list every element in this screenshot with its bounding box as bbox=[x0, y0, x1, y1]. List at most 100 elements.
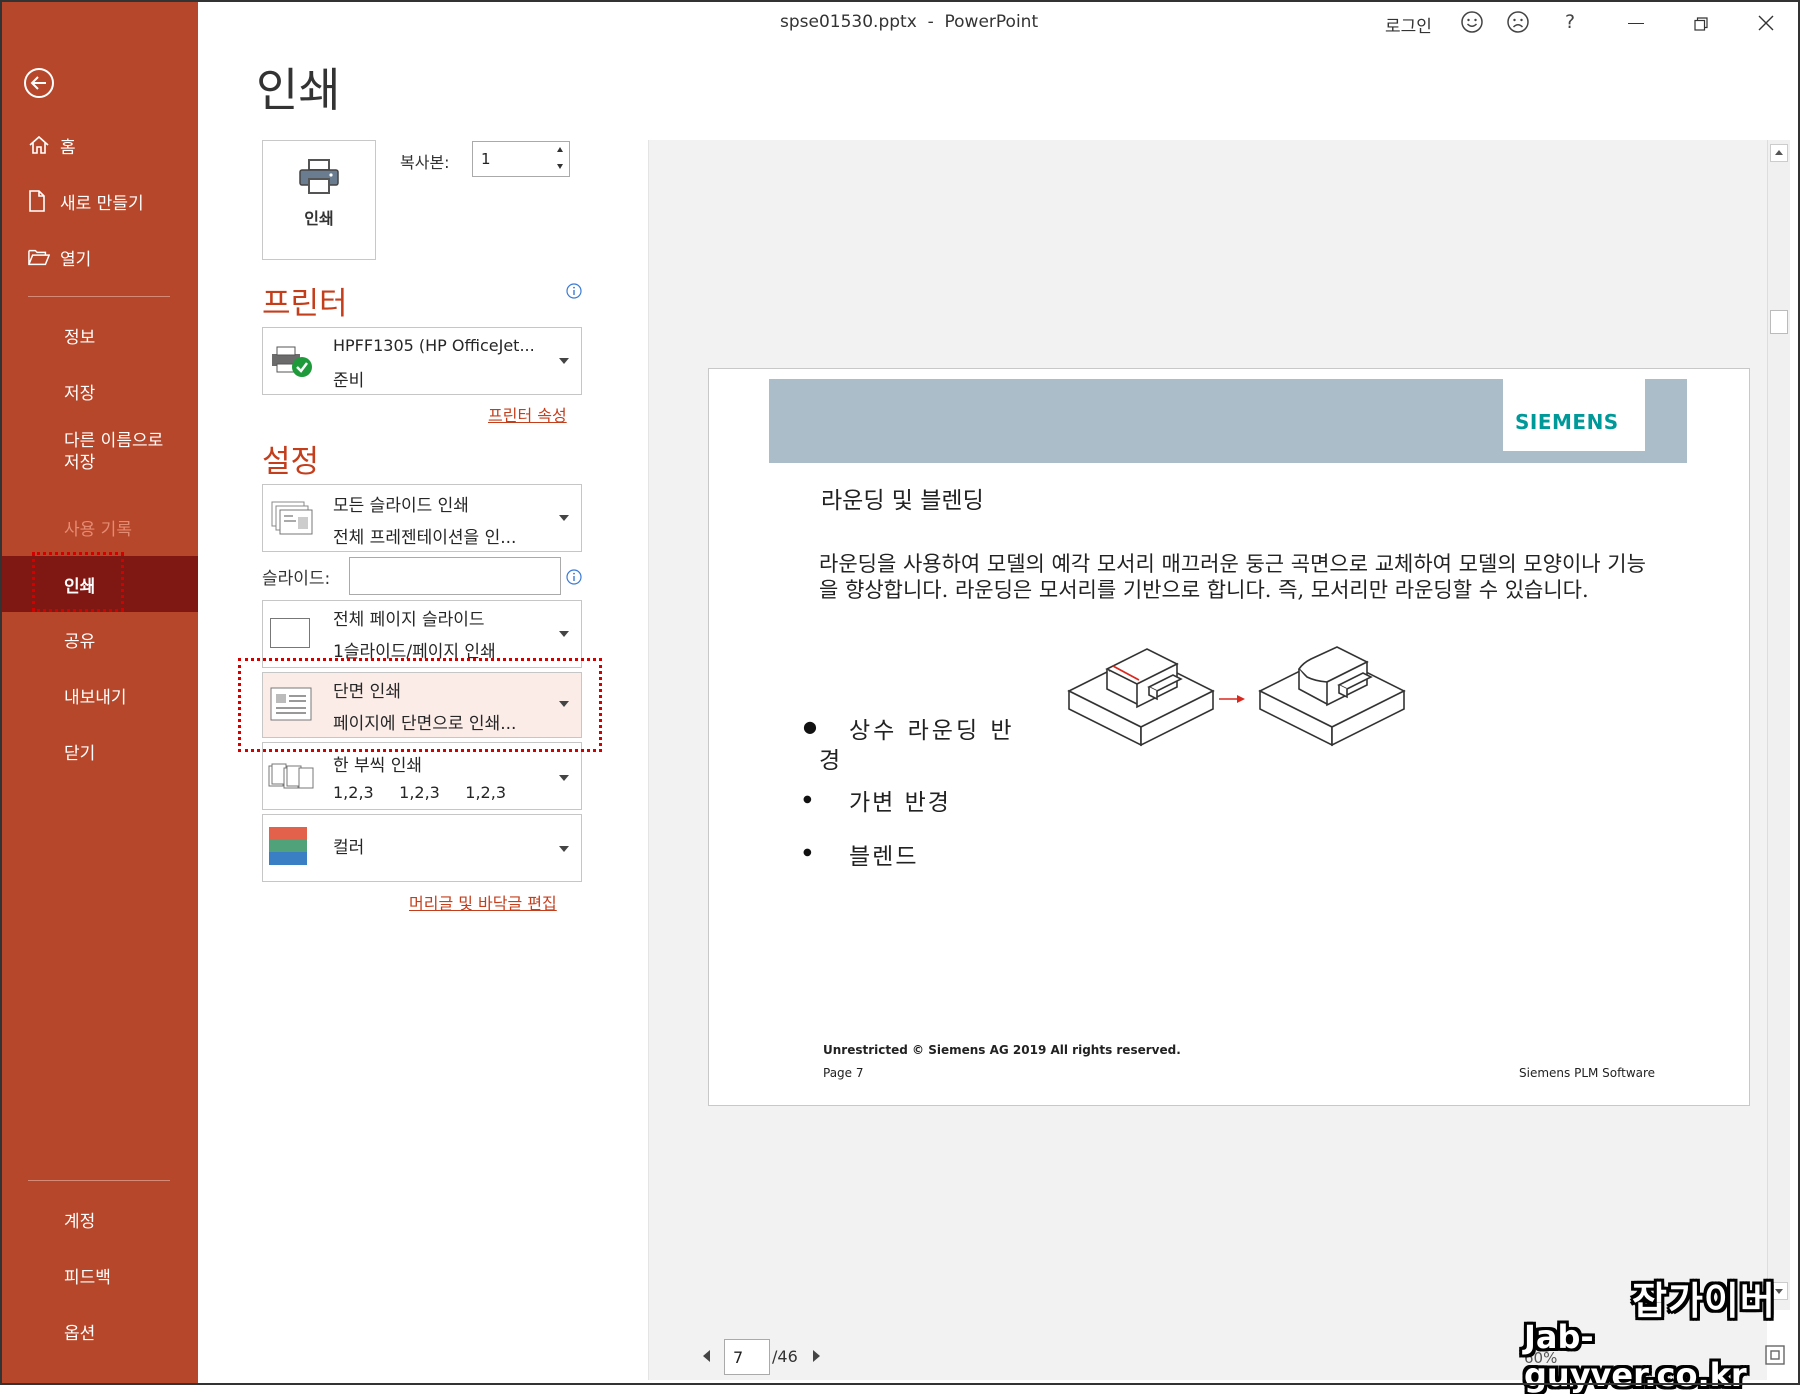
chevron-down-icon bbox=[559, 846, 569, 852]
back-arrow-icon[interactable] bbox=[22, 66, 56, 100]
sidebar-divider bbox=[28, 1180, 170, 1181]
highlight-box-sides bbox=[238, 658, 602, 752]
sidebar-item-label: 사용 기록 bbox=[64, 519, 132, 540]
info-icon[interactable] bbox=[566, 569, 582, 585]
printer-name: HPFF1305 (HP OfficeJet... bbox=[333, 336, 535, 355]
chevron-down-icon bbox=[559, 775, 569, 781]
slide-paragraph: 라운딩을 사용하여 모델의 예각 모서리 매끄러운 둥근 곡면으로 교체하여 모… bbox=[819, 552, 1646, 602]
scroll-thumb[interactable] bbox=[1770, 310, 1788, 334]
scroll-up-icon[interactable] bbox=[1770, 144, 1788, 162]
help-button[interactable]: ? bbox=[1565, 11, 1575, 33]
slide-footer-page: Page 7 bbox=[823, 1066, 864, 1080]
vertical-scrollbar[interactable] bbox=[1767, 140, 1790, 1310]
spinner-up-icon[interactable] bbox=[557, 147, 563, 152]
chevron-down-icon bbox=[559, 358, 569, 364]
new-document-icon bbox=[28, 190, 50, 212]
print-button[interactable]: 인쇄 bbox=[262, 140, 376, 260]
sidebar-divider bbox=[28, 296, 170, 297]
smile-icon[interactable] bbox=[1460, 10, 1484, 34]
bullet-3: 블렌드 bbox=[849, 844, 919, 870]
window-title: spse01530.pptx - PowerPoint bbox=[780, 12, 1039, 32]
sidebar-item-label: 공유 bbox=[64, 631, 96, 652]
layout-label: 전체 페이지 슬라이드 bbox=[333, 610, 485, 630]
copies-spinner[interactable]: 1 bbox=[472, 141, 570, 177]
sidebar-item-info[interactable]: 정보 bbox=[0, 310, 198, 360]
settings-section-title: 설정 bbox=[262, 444, 320, 480]
page-total: /46 bbox=[772, 1347, 798, 1366]
slide-preview-page: SIEMENS 라운딩 및 블렌딩 라운딩을 사용하여 모델의 예각 모서리 매… bbox=[708, 368, 1750, 1106]
sidebar-item-label: 저장 bbox=[64, 453, 96, 473]
collate-label: 한 부씩 인쇄 bbox=[333, 756, 423, 776]
sidebar-item-label: 정보 bbox=[64, 327, 96, 348]
next-page-icon[interactable] bbox=[813, 1350, 820, 1362]
highlight-box-print bbox=[32, 552, 124, 612]
collate-dropdown[interactable]: 한 부씩 인쇄 1,2,3 1,2,3 1,2,3 bbox=[262, 742, 582, 810]
slides-label: 슬라이드: bbox=[262, 569, 331, 589]
color-label: 컬러 bbox=[333, 838, 365, 858]
sidebar-item-feedback[interactable]: 피드백 bbox=[0, 1250, 198, 1300]
slides-range-dropdown[interactable]: 모든 슬라이드 인쇄 전체 프레젠테이션을 인... bbox=[262, 484, 582, 552]
home-icon bbox=[28, 135, 50, 155]
page-number-value: 7 bbox=[733, 1348, 744, 1367]
chevron-down-icon bbox=[559, 515, 569, 521]
color-swatch-icon bbox=[269, 827, 307, 865]
sidebar-item-share[interactable]: 공유 bbox=[0, 614, 198, 664]
printer-properties-link[interactable]: 프린터 속성 bbox=[488, 402, 567, 426]
rounding-illustration bbox=[1067, 629, 1427, 763]
sidebar-item-label: 피드백 bbox=[64, 1267, 111, 1288]
close-icon[interactable] bbox=[1758, 15, 1774, 31]
slide-footer-company: Siemens PLM Software bbox=[1519, 1066, 1656, 1080]
sidebar-item-home[interactable]: 홈 bbox=[0, 120, 198, 170]
info-icon[interactable] bbox=[566, 283, 582, 299]
copies-label: 복사본: bbox=[400, 153, 450, 172]
header-footer-link[interactable]: 머리글 및 바닥글 편집 bbox=[409, 890, 557, 914]
sidebar-item-close[interactable]: 닫기 bbox=[0, 726, 198, 776]
sidebar-item-label: 계정 bbox=[64, 1211, 96, 1232]
bullet-icon: ● bbox=[803, 847, 812, 858]
page-number-input[interactable]: 7 bbox=[724, 1339, 770, 1375]
sidebar-item-label: 새로 만들기 bbox=[60, 193, 144, 214]
slides-range-label: 모든 슬라이드 인쇄 bbox=[333, 496, 469, 516]
minimize-icon[interactable] bbox=[1628, 23, 1644, 24]
prev-page-icon[interactable] bbox=[703, 1350, 710, 1362]
printer-status: 준비 bbox=[333, 371, 365, 391]
sidebar-item-label: 닫기 bbox=[64, 743, 96, 764]
printer-icon bbox=[298, 159, 340, 199]
slides-range-desc: 전체 프레젠테이션을 인... bbox=[333, 528, 517, 548]
sidebar-item-export[interactable]: 내보내기 bbox=[0, 670, 198, 720]
sidebar-item-save-as[interactable]: 다른 이름으로 저장 bbox=[0, 430, 198, 492]
printer-ready-icon bbox=[269, 344, 315, 384]
folder-open-icon bbox=[28, 248, 50, 266]
slide-title: 라운딩 및 블렌딩 bbox=[821, 488, 984, 514]
watermark-url: Jab-guyver.co.kr bbox=[1524, 1318, 1747, 1394]
bullet-1: 상수 라운딩 반 bbox=[849, 718, 1015, 744]
sidebar-item-new[interactable]: 새로 만들기 bbox=[0, 176, 198, 226]
restore-icon[interactable] bbox=[1694, 16, 1708, 31]
collate-desc: 1,2,3 1,2,3 1,2,3 bbox=[333, 783, 506, 802]
siemens-logo: SIEMENS bbox=[1515, 410, 1619, 434]
bullet-icon: ● bbox=[803, 717, 817, 736]
slides-input[interactable] bbox=[349, 557, 561, 595]
print-button-label: 인쇄 bbox=[304, 209, 334, 228]
spinner-down-icon[interactable] bbox=[557, 164, 563, 169]
frown-icon[interactable] bbox=[1506, 10, 1530, 34]
printer-section-title: 프린터 bbox=[262, 286, 348, 322]
collated-icon bbox=[268, 763, 314, 793]
signin-link[interactable]: 로그인 bbox=[1385, 12, 1432, 37]
bullet-icon: ● bbox=[803, 794, 812, 805]
page-title: 인쇄 bbox=[256, 63, 341, 117]
bullet-1-cont: 경 bbox=[819, 748, 841, 774]
sidebar-item-label: 홈 bbox=[60, 137, 76, 158]
sidebar-item-options[interactable]: 옵션 bbox=[0, 1306, 198, 1356]
logo-box: SIEMENS bbox=[1503, 379, 1645, 451]
sidebar-item-account[interactable]: 계정 bbox=[0, 1194, 198, 1244]
sidebar-item-open[interactable]: 열기 bbox=[0, 232, 198, 282]
copies-value: 1 bbox=[481, 150, 491, 168]
color-dropdown[interactable]: 컬러 bbox=[262, 814, 582, 882]
slides-stack-icon bbox=[271, 501, 313, 539]
sidebar-item-history: 사용 기록 bbox=[0, 502, 198, 552]
printer-dropdown[interactable]: HPFF1305 (HP OfficeJet... 준비 bbox=[262, 327, 582, 395]
full-page-slide-icon bbox=[270, 618, 310, 648]
sidebar-item-save[interactable]: 저장 bbox=[0, 366, 198, 416]
sidebar-item-label: 다른 이름으로 bbox=[64, 431, 164, 451]
